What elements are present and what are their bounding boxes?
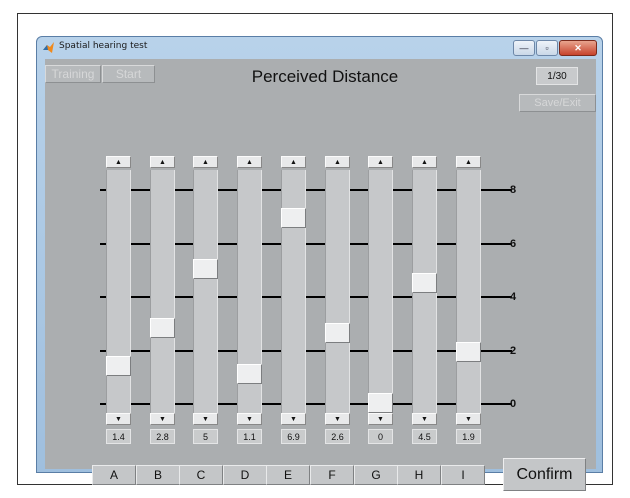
letter-button-i[interactable]: I (441, 465, 485, 485)
title-bar[interactable]: Spatial hearing test — ▫ ✕ (37, 37, 602, 59)
slider-up-arrow-icon[interactable]: ▲ (193, 156, 218, 168)
slider-down-arrow-icon[interactable]: ▼ (281, 413, 306, 425)
save-exit-button[interactable]: Save/Exit (519, 94, 596, 112)
slider-thumb[interactable] (456, 342, 481, 363)
letter-button-h[interactable]: H (397, 465, 441, 485)
page-title: Perceived Distance (251, 67, 399, 86)
slider-up-arrow-icon[interactable]: ▲ (106, 156, 131, 168)
slider-thumb[interactable] (106, 355, 131, 376)
maximize-button[interactable]: ▫ (536, 40, 558, 56)
letter-button-a[interactable]: A (92, 465, 136, 485)
tick-label-0: 0 (510, 398, 517, 410)
value-readout: 5 (193, 429, 218, 444)
slider-up-arrow-icon[interactable]: ▲ (281, 156, 306, 168)
value-readout: 1.4 (106, 429, 131, 444)
slider-down-arrow-icon[interactable]: ▼ (368, 413, 393, 425)
slider-track[interactable] (150, 170, 175, 413)
value-readout: 1.1 (237, 429, 262, 444)
slider-thumb[interactable] (150, 318, 175, 339)
letter-button-b[interactable]: B (136, 465, 180, 485)
value-readout: 2.6 (325, 429, 350, 444)
slider-thumb[interactable] (325, 323, 350, 344)
value-readout: 0 (368, 429, 393, 444)
value-readout: 2.8 (150, 429, 175, 444)
slider-thumb[interactable] (412, 272, 437, 293)
slider-down-arrow-icon[interactable]: ▼ (106, 413, 131, 425)
slider-c[interactable]: ▲ ▼ (193, 156, 218, 428)
close-button[interactable]: ✕ (559, 40, 597, 56)
slider-thumb[interactable] (237, 363, 262, 384)
maximize-icon: ▫ (545, 43, 549, 53)
slider-e[interactable]: ▲ ▼ (281, 156, 306, 428)
close-icon: ✕ (574, 42, 582, 53)
slider-up-arrow-icon[interactable]: ▲ (150, 156, 175, 168)
slider-up-arrow-icon[interactable]: ▲ (368, 156, 393, 168)
slider-track[interactable] (281, 170, 306, 413)
matlab-logo-icon (43, 42, 54, 53)
tick-label-2: 2 (510, 345, 517, 357)
app-window: Spatial hearing test — ▫ ✕ Training Star… (36, 36, 603, 491)
slider-h[interactable]: ▲ ▼ (412, 156, 437, 428)
slider-i[interactable]: ▲ ▼ (456, 156, 481, 428)
slider-thumb[interactable] (368, 393, 393, 413)
letter-button-c[interactable]: C (179, 465, 223, 485)
training-button[interactable]: Training (45, 65, 101, 83)
value-readout: 4.5 (412, 429, 437, 444)
letter-button-g[interactable]: G (354, 465, 398, 485)
slider-down-arrow-icon[interactable]: ▼ (325, 413, 350, 425)
letter-button-d[interactable]: D (223, 465, 267, 485)
figure-client-area: Training Start Perceived Distance 1/30 S… (45, 59, 596, 491)
slider-b[interactable]: ▲ ▼ (150, 156, 175, 428)
slider-thumb[interactable] (193, 259, 218, 280)
slider-thumb[interactable] (281, 208, 306, 229)
minimize-icon: — (519, 43, 529, 53)
slider-f[interactable]: ▲ ▼ (325, 156, 350, 428)
value-readout: 1.9 (456, 429, 481, 444)
slider-track[interactable] (106, 170, 131, 413)
confirm-button[interactable]: Confirm (503, 458, 586, 491)
start-button[interactable]: Start (102, 65, 155, 83)
trial-counter: 1/30 (536, 67, 578, 85)
slider-a[interactable]: ▲ ▼ (106, 156, 131, 428)
slider-d[interactable]: ▲ ▼ (237, 156, 262, 428)
window-title: Spatial hearing test (59, 41, 148, 51)
slider-track[interactable] (368, 170, 393, 413)
slider-track[interactable] (193, 170, 218, 413)
slider-down-arrow-icon[interactable]: ▼ (150, 413, 175, 425)
slider-up-arrow-icon[interactable]: ▲ (237, 156, 262, 168)
tick-label-4: 4 (510, 291, 517, 303)
slider-down-arrow-icon[interactable]: ▼ (412, 413, 437, 425)
slider-down-arrow-icon[interactable]: ▼ (456, 413, 481, 425)
value-readout: 6.9 (281, 429, 306, 444)
minimize-button[interactable]: — (513, 40, 535, 56)
letter-button-e[interactable]: E (266, 465, 310, 485)
slider-down-arrow-icon[interactable]: ▼ (193, 413, 218, 425)
slider-down-arrow-icon[interactable]: ▼ (237, 413, 262, 425)
slider-up-arrow-icon[interactable]: ▲ (412, 156, 437, 168)
slider-track[interactable] (456, 170, 481, 413)
tick-label-6: 6 (510, 238, 517, 250)
slider-g[interactable]: ▲ ▼ (368, 156, 393, 428)
slider-up-arrow-icon[interactable]: ▲ (456, 156, 481, 168)
letter-button-f[interactable]: F (310, 465, 354, 485)
slider-track[interactable] (325, 170, 350, 413)
tick-label-8: 8 (510, 184, 517, 196)
slider-up-arrow-icon[interactable]: ▲ (325, 156, 350, 168)
